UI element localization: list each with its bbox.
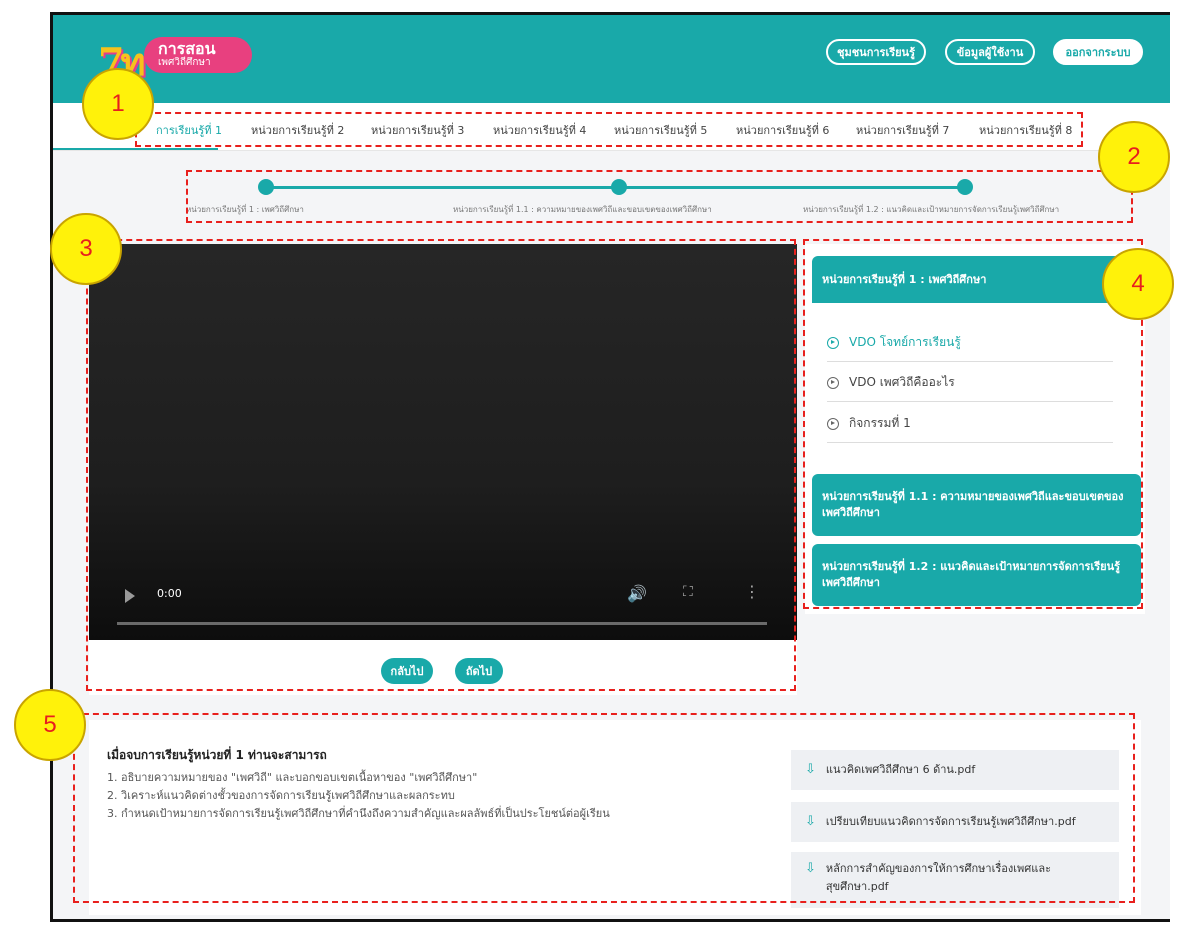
annotation-box-3 bbox=[86, 239, 796, 691]
logout-button[interactable]: ออกจากระบบ bbox=[1053, 39, 1143, 65]
top-header: 7ท การสอน เพศวิถีศึกษา ชุมชนการเรียนรู้ … bbox=[53, 15, 1170, 103]
community-button[interactable]: ชุมชนการเรียนรู้ bbox=[826, 39, 926, 65]
annotation-box-5 bbox=[73, 713, 1135, 903]
annotation-marker-2: 2 bbox=[1098, 121, 1170, 193]
annotation-marker-5: 5 bbox=[14, 689, 86, 761]
annotation-box-1 bbox=[135, 112, 1083, 147]
active-tab-underline bbox=[53, 148, 218, 150]
annotation-box-4 bbox=[803, 239, 1143, 609]
annotation-box-2 bbox=[186, 170, 1133, 223]
annotation-marker-1: 1 bbox=[82, 68, 154, 140]
screenshot-frame: 7ท การสอน เพศวิถีศึกษา ชุมชนการเรียนรู้ … bbox=[0, 0, 1182, 927]
profile-button[interactable]: ข้อมูลผู้ใช้งาน bbox=[945, 39, 1035, 65]
logo-text-line2: เพศวิถีศึกษา bbox=[158, 57, 211, 68]
annotation-marker-4: 4 bbox=[1102, 248, 1174, 320]
logo-text-line1: การสอน bbox=[158, 39, 216, 58]
logo-pill: การสอน เพศวิถีศึกษา bbox=[144, 37, 252, 73]
annotation-marker-3: 3 bbox=[50, 213, 122, 285]
